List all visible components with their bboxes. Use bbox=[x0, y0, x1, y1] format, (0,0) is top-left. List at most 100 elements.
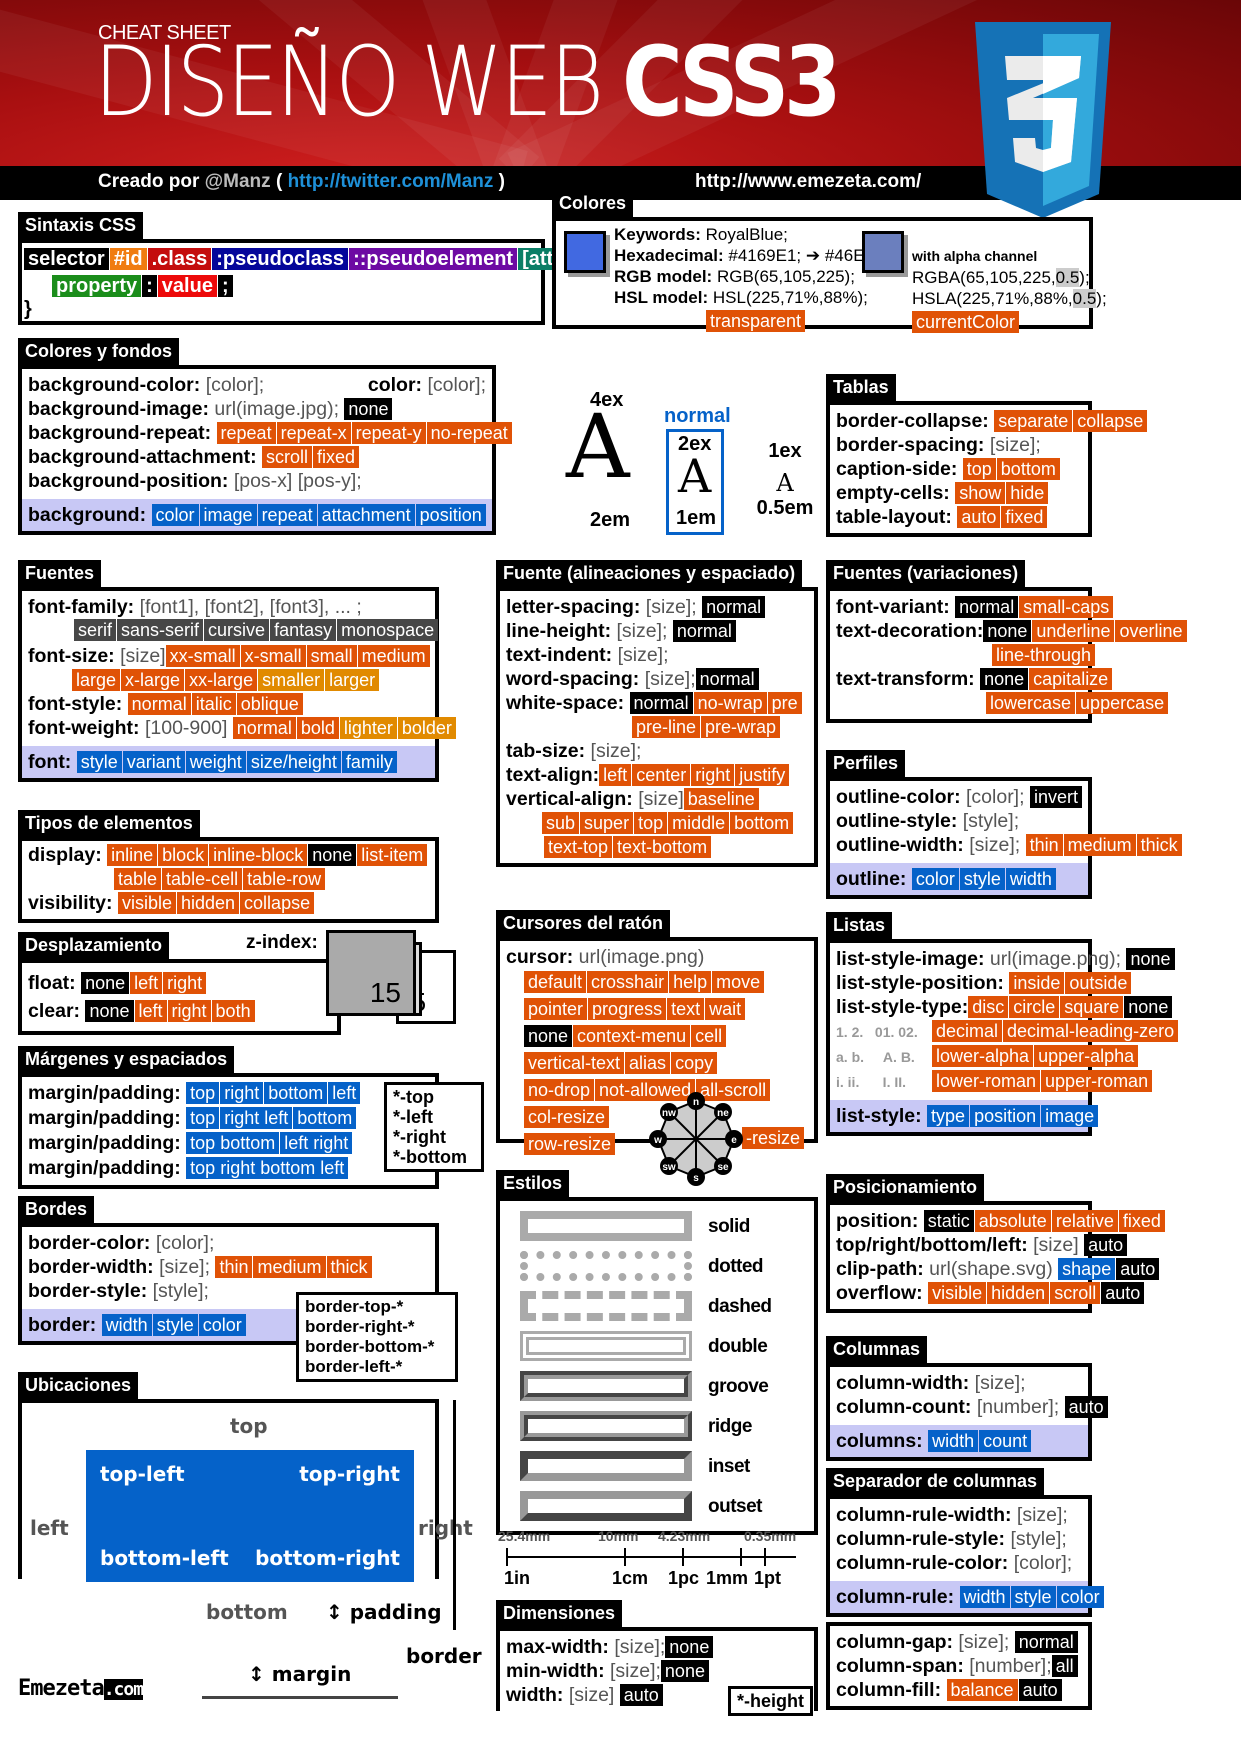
value-tag: uppercase bbox=[1076, 692, 1169, 714]
pseudoelement-tag: ::pseudoelement bbox=[349, 248, 518, 270]
value-tag: right bbox=[167, 1000, 211, 1022]
value-tag: color bbox=[911, 868, 959, 890]
value-tag: decimal bbox=[932, 1020, 1003, 1042]
value-tag: auto bbox=[957, 506, 1001, 528]
value-tag: table-cell bbox=[162, 868, 243, 890]
border-style-label: inset bbox=[708, 1456, 750, 1477]
value-tag: left bbox=[130, 972, 163, 994]
section-cursores: Cursores del ratón cursor: url(image.png… bbox=[496, 910, 818, 1186]
value-tag: cursive bbox=[204, 619, 270, 641]
value-tag: right left bbox=[220, 1107, 293, 1129]
value-tag: repeat-y bbox=[351, 422, 426, 444]
section-margenes: Márgenes y espaciados margin/padding: to… bbox=[18, 1046, 439, 1189]
value-tag: xx-large bbox=[185, 669, 258, 691]
value-tag: circle bbox=[1009, 996, 1060, 1018]
value-tag: size/height bbox=[246, 751, 341, 773]
section-posicionamiento: Posicionamiento position: static absolute… bbox=[826, 1174, 1165, 1313]
z-index-diagram: z-index: -5 5 15 bbox=[246, 930, 456, 1040]
border-sample bbox=[520, 1491, 692, 1521]
value-tag: inline-block bbox=[209, 844, 308, 866]
class-tag: .class bbox=[147, 248, 212, 270]
twitter-link[interactable]: http://twitter.com/Manz bbox=[288, 171, 494, 192]
value-tag: style bbox=[152, 1314, 198, 1336]
value-tag: inline bbox=[107, 844, 158, 866]
value-tag: attachment bbox=[317, 504, 415, 526]
padding-label: ↕ padding bbox=[326, 1600, 442, 1624]
value-tag: block bbox=[158, 844, 209, 866]
value-tag: scroll bbox=[1050, 1282, 1101, 1304]
value-tag: large bbox=[72, 669, 121, 691]
value-tag: bolder bbox=[397, 717, 456, 739]
value-tag: fantasy bbox=[270, 619, 337, 641]
page-title: DISEÑO WEB CSS3 bbox=[94, 26, 841, 138]
section-column-gap: column-gap: [size]; normal column-span: … bbox=[826, 1622, 1092, 1710]
section-alineaciones: Fuente (alineaciones y espaciado) letter… bbox=[496, 560, 818, 867]
section-estilos: Estilos solid dotted dashed double groove rid… bbox=[496, 1170, 818, 1535]
value-tag: outside bbox=[1065, 972, 1132, 994]
value-tag: thin bbox=[1025, 834, 1063, 856]
border-style-label: double bbox=[708, 1336, 768, 1357]
pseudoclass-tag: :pseudoclass bbox=[212, 248, 349, 270]
section-separador: Separador de columnas column-rule-width:… bbox=[826, 1468, 1104, 1617]
section-tablas: Tablas border-collapse: separate collapse… bbox=[826, 374, 1148, 537]
box-model-diagram: top left right top-left top-right bottom… bbox=[18, 1400, 482, 1754]
value-tag: text bbox=[667, 998, 705, 1020]
value-tag: position bbox=[970, 1105, 1041, 1127]
list-line: border-bottom-* bbox=[305, 1337, 435, 1356]
value-tag: visible bbox=[928, 1282, 987, 1304]
border-sample bbox=[520, 1291, 692, 1321]
value-tag: inside bbox=[1009, 972, 1065, 994]
value-tag: type bbox=[927, 1105, 970, 1127]
alpha-swatch bbox=[862, 231, 904, 273]
value-tag: pre-line bbox=[632, 716, 701, 738]
value-tag: right bbox=[163, 972, 207, 994]
value-tag: bottom bbox=[264, 1082, 328, 1104]
value-tag: middle bbox=[668, 812, 730, 834]
value-tag: center bbox=[632, 764, 691, 786]
value-tag: cell bbox=[691, 1025, 727, 1047]
value-tag: collapse bbox=[1073, 410, 1148, 432]
value-tag: normal bbox=[232, 717, 296, 739]
value-tag: bottom bbox=[293, 1107, 357, 1129]
value-tag: no-repeat bbox=[426, 422, 512, 444]
list-line: *-bottom bbox=[393, 1147, 467, 1167]
value-tag: context-menu bbox=[573, 1025, 691, 1047]
value-tag: color bbox=[198, 1314, 246, 1336]
section-fuentes: Fuentes font-family: [font1], [font2], [… bbox=[18, 560, 456, 782]
value-tag: family bbox=[341, 751, 397, 773]
value-tag: show bbox=[955, 482, 1006, 504]
value-tag: larger bbox=[325, 669, 380, 691]
value-tag: justify bbox=[735, 764, 790, 786]
border-style-label: outset bbox=[708, 1496, 763, 1517]
border-sides-box: border-top-* border-right-* border-bottom-… bbox=[296, 1292, 458, 1382]
section-variaciones: Fuentes (variaciones) font-variant: norm… bbox=[826, 560, 1187, 723]
value-tag: x-small bbox=[240, 645, 306, 667]
value-tag: pointer bbox=[524, 998, 588, 1020]
list-line: border-top-* bbox=[305, 1297, 404, 1316]
value-tag: absolute bbox=[974, 1210, 1051, 1232]
border-sample bbox=[520, 1411, 692, 1441]
currentcolor-tag: currentColor bbox=[912, 311, 1020, 333]
border-style-label: solid bbox=[708, 1216, 750, 1237]
value-tag: hidden bbox=[987, 1282, 1050, 1304]
value-tag: medium bbox=[357, 645, 430, 667]
section-title: Sintaxis CSS bbox=[18, 212, 144, 239]
value-tag: thick bbox=[1136, 834, 1182, 856]
value-tag: text-top bbox=[544, 836, 613, 858]
value-tag: count bbox=[979, 1430, 1032, 1452]
value-tag: disc bbox=[968, 996, 1009, 1018]
royalblue-swatch bbox=[564, 231, 606, 273]
value-tag: medium bbox=[1063, 834, 1136, 856]
emezeta-logo: Emezeta.com bbox=[18, 1676, 144, 1701]
border-sample bbox=[520, 1451, 692, 1481]
border-style-solid: solid bbox=[520, 1209, 810, 1245]
value-tag: bottom bbox=[996, 458, 1060, 480]
border-style-label: ridge bbox=[708, 1416, 752, 1437]
section-colores: Colores Keywords: RoyalBlue; Hexadecimal… bbox=[552, 190, 1107, 333]
value-tag: fixed bbox=[313, 446, 360, 468]
border-style-ridge: ridge bbox=[520, 1409, 810, 1445]
value-tag: x-large bbox=[121, 669, 185, 691]
value-tag: move bbox=[712, 971, 765, 993]
value-tag: crosshair bbox=[587, 971, 669, 993]
value-tag: left right bbox=[280, 1132, 353, 1154]
